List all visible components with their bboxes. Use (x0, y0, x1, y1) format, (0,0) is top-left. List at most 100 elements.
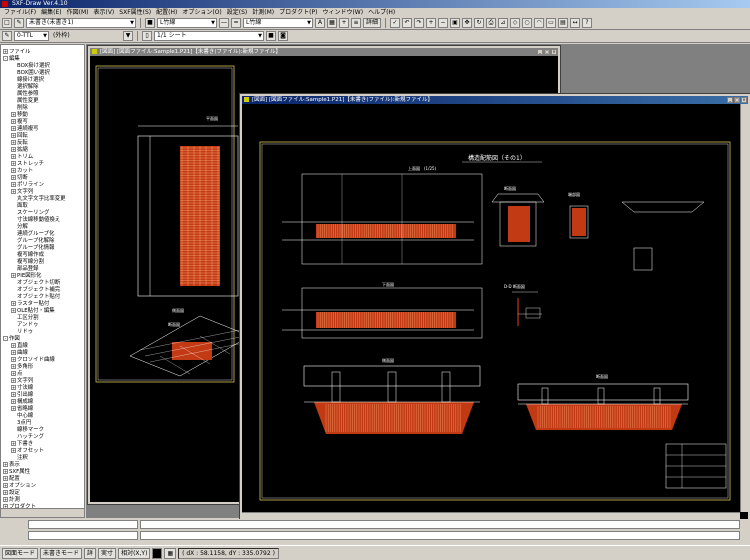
tree-item[interactable]: + 計測 (3, 497, 84, 504)
tree-item[interactable]: + 回転 (3, 133, 84, 140)
redo-icon[interactable]: ↷ (414, 18, 425, 28)
tree-item[interactable]: + 連続複写 (3, 126, 84, 133)
zoom-all-icon[interactable]: ▣ (450, 18, 461, 28)
menu-product[interactable]: プロダクト(P) (279, 8, 317, 17)
print-icon[interactable]: ⎙ (486, 18, 497, 28)
grid-icon[interactable]: ▦ (164, 547, 177, 559)
expand-icon[interactable]: + (11, 364, 16, 369)
tree-item[interactable]: 属性変更 (3, 98, 84, 105)
pick-icon[interactable]: ◇ (510, 18, 521, 28)
expand-icon[interactable]: + (3, 497, 8, 502)
expand-icon[interactable]: + (11, 182, 16, 187)
tree-item[interactable]: 連続グループ化 (3, 231, 84, 238)
tree-item[interactable]: 丸文字文字比率変更 (3, 196, 84, 203)
linewidth-combo[interactable]: L竹線 (243, 18, 313, 28)
tree-item[interactable]: ハッチング (3, 434, 84, 441)
tree-item[interactable]: 線移マーク (3, 427, 84, 434)
expand-icon[interactable]: + (11, 112, 16, 117)
expand-icon[interactable]: + (11, 308, 16, 313)
collapse-icon[interactable]: - (3, 56, 8, 61)
maximize-icon[interactable]: □ (734, 97, 740, 103)
tree-item[interactable]: + 文字列 (3, 378, 84, 385)
tree-item[interactable]: + 引出線 (3, 392, 84, 399)
menu-place[interactable]: 配置(H) (156, 8, 177, 17)
linetype-combo[interactable]: L竹線 (157, 18, 217, 28)
tree-item[interactable]: + ファイル (3, 49, 84, 56)
expand-icon[interactable]: + (11, 406, 16, 411)
drawing-mode-button[interactable]: 図面モード (2, 547, 39, 559)
expand-icon[interactable]: + (11, 350, 16, 355)
menu-edit[interactable]: 編集(E) (41, 8, 61, 17)
pen-icon[interactable]: ✎ (14, 18, 24, 28)
command-output-1[interactable] (140, 520, 740, 529)
menu-draw[interactable]: 作図(M) (67, 8, 89, 17)
tree-item[interactable]: + 拡縮 (3, 147, 84, 154)
tree-item[interactable]: 中心線 (3, 413, 84, 420)
expand-icon[interactable]: + (3, 483, 8, 488)
minimize-icon[interactable]: _ (537, 49, 543, 55)
tree-item[interactable]: 線掛け選択 (3, 77, 84, 84)
hatch-icon[interactable]: ▤ (558, 18, 569, 28)
tree-item[interactable]: + ストレッチ (3, 161, 84, 168)
tree-item[interactable]: BOX囲い選択 (3, 70, 84, 77)
menu-view[interactable]: 表示(V) (93, 8, 114, 17)
tree-item[interactable]: + トリム (3, 154, 84, 161)
tree-item[interactable]: オブジェクト切断 (3, 280, 84, 287)
tree-item[interactable]: + ポリライン (3, 182, 84, 189)
zoom-out-icon[interactable]: − (438, 18, 449, 28)
expand-icon[interactable]: + (3, 469, 8, 474)
expand-icon[interactable]: + (11, 161, 16, 166)
tree-item[interactable]: 寸法線移動値換え (3, 217, 84, 224)
tree-item[interactable]: + 移動 (3, 112, 84, 119)
tree-item[interactable]: + PIE図形化 (3, 273, 84, 280)
tree-item[interactable]: 複写線分割 (3, 259, 84, 266)
minimize-icon[interactable]: _ (727, 97, 733, 103)
tree-item[interactable]: オブジェクト補完 (3, 287, 84, 294)
expand-icon[interactable]: + (11, 441, 16, 446)
expand-icon[interactable]: + (11, 133, 16, 138)
dim-icon[interactable]: ↔ (570, 18, 581, 28)
help-icon[interactable]: ? (582, 18, 593, 28)
arc-icon[interactable]: ◠ (534, 18, 545, 28)
pan-icon[interactable]: ✥ (462, 18, 473, 28)
tree-scrollbar[interactable] (1, 508, 84, 517)
layer-name-combo[interactable]: 0-TTL (14, 31, 49, 41)
tree-item[interactable]: スケーリング (3, 210, 84, 217)
tree-item[interactable]: + ラスター貼付 (3, 301, 84, 308)
tree-item[interactable]: BOX掛け選択 (3, 63, 84, 70)
line-icon[interactable]: ― (219, 18, 229, 28)
tree-item[interactable]: + 寸法線 (3, 385, 84, 392)
tree-item[interactable]: 3点円 (3, 420, 84, 427)
camera-icon[interactable]: ◙ (278, 31, 288, 41)
ok-icon[interactable]: ✓ (390, 18, 401, 28)
grid-icon[interactable]: ▦ (327, 18, 337, 28)
expand-icon[interactable]: + (11, 343, 16, 348)
expand-icon[interactable]: + (3, 49, 8, 54)
sheet-combo[interactable]: 1/1 シート (154, 31, 264, 41)
command-input-2[interactable] (28, 531, 138, 540)
new-icon[interactable]: □ (2, 18, 12, 28)
window-title-back[interactable]: [図面] [図面ファイル:Sample1.P21]【未書き(ファイル):新規ファ… (90, 48, 558, 56)
expand-icon[interactable]: + (3, 476, 8, 481)
tree-item[interactable]: + OLE貼付・編集 (3, 308, 84, 315)
expand-icon[interactable]: + (3, 462, 8, 467)
expand-icon[interactable]: + (11, 448, 16, 453)
detail-button[interactable]: 詳細 (363, 18, 382, 28)
tree-item[interactable]: + 多角形 (3, 364, 84, 371)
tree-item[interactable]: + SXF属性 (3, 469, 84, 476)
layer-visible-icon[interactable]: ✎ (2, 31, 12, 41)
tree-item[interactable]: + 反転 (3, 140, 84, 147)
expand-icon[interactable]: + (11, 378, 16, 383)
rect-icon[interactable]: ▭ (546, 18, 557, 28)
tree-item[interactable]: + 点 (3, 371, 84, 378)
tree-item[interactable]: 部品登録 (3, 266, 84, 273)
tree-item[interactable]: + 複写 (3, 119, 84, 126)
tree-item[interactable]: 面取 (3, 203, 84, 210)
color-swatch-icon[interactable] (152, 547, 163, 559)
window-title-front[interactable]: [図面] [図面ファイル:Sample1.P21]【未書き(ファイル):新規ファ… (242, 96, 748, 104)
expand-icon[interactable]: + (11, 301, 16, 306)
tree-item[interactable]: 工区分割 (3, 315, 84, 322)
expand-icon[interactable]: + (11, 147, 16, 152)
sheet-icon[interactable]: ▯ (142, 31, 152, 41)
maximize-icon[interactable]: □ (544, 49, 550, 55)
